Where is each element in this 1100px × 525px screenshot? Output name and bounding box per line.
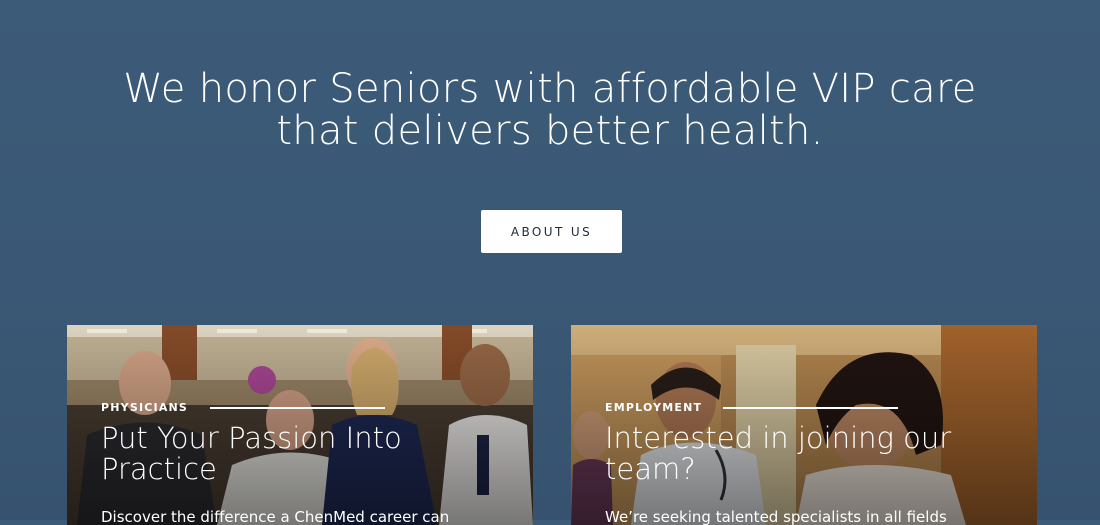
about-us-button[interactable]: ABOUT US <box>481 210 622 253</box>
employment-heading-line-1: Interested in joining our <box>605 421 952 455</box>
physicians-heading-line-1: Put Your Passion Into <box>101 421 402 455</box>
employment-description: We’re seeking talented specialists in al… <box>605 508 947 525</box>
physicians-heading-line-2: Practice <box>101 452 217 486</box>
physicians-eyebrow-rule <box>210 407 385 409</box>
employment-heading-line-2: team? <box>605 452 696 486</box>
employment-eyebrow-rule <box>723 407 898 409</box>
hero-title: We honor Seniors with affordable VIP car… <box>0 68 1100 152</box>
physicians-heading[interactable]: Put Your Passion Into Practice <box>101 423 521 485</box>
physicians-description: Discover the difference a ChenMed career… <box>101 508 450 525</box>
employment-eyebrow: EMPLOYMENT <box>605 401 703 414</box>
employment-card[interactable]: EMPLOYMENT Interested in joining our tea… <box>571 325 1037 525</box>
hero-title-line-2: that delivers better health. <box>276 108 824 154</box>
physicians-card[interactable]: PHYSICIANS Put Your Passion Into Practic… <box>67 325 533 525</box>
hero-title-line-1: We honor Seniors with affordable VIP car… <box>123 66 977 112</box>
employment-heading[interactable]: Interested in joining our team? <box>605 423 1025 485</box>
physicians-eyebrow: PHYSICIANS <box>101 401 189 414</box>
